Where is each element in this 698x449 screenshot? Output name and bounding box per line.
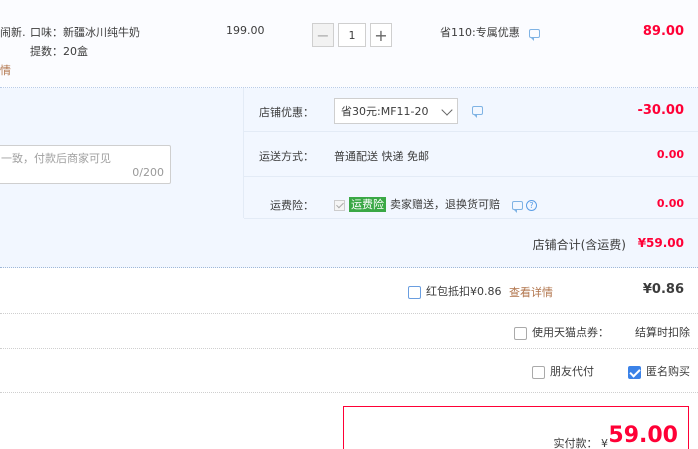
friend-pay-label: 朋友代付 — [550, 365, 594, 378]
item-attr-count: 提数：20盒 — [30, 45, 88, 58]
insurance-value: 运费险 卖家赠送，退换货可赔 ? — [334, 196, 537, 213]
redpacket-details-link[interactable]: 查看详情 — [509, 284, 553, 300]
buyer-message-area: 一致，付款后商家可见 0/200 — [0, 88, 244, 218]
redpacket-row: 红包抵扣¥0.86 查看详情 ¥0.86 — [0, 268, 698, 314]
item-name[interactable]: 闹新… — [0, 24, 26, 40]
points-checkbox[interactable] — [514, 326, 527, 340]
order-item-row: 闹新… 情 口味：新疆冰川纯牛奶 提数：20盒 199.00 − 1 + 省11… — [0, 0, 698, 88]
chat-icon[interactable] — [511, 200, 523, 213]
payment-total: 59.00 — [608, 423, 678, 448]
store-coupon-amount: -30.00 — [637, 103, 684, 118]
item-unit-price: 199.00 — [226, 24, 265, 37]
store-coupon-row: 店铺优惠： 省30元:MF11-20 -30.00 — [244, 88, 698, 132]
chat-icon[interactable] — [472, 106, 483, 118]
quantity-input[interactable]: 1 — [338, 23, 366, 47]
item-attr-flavor: 口味：新疆冰川纯牛奶 — [30, 26, 140, 39]
payment-label: 实付款： ¥ — [554, 435, 609, 449]
options-row: 朋友代付 匿名购买 — [0, 349, 698, 393]
redpacket-amount: ¥0.86 — [642, 282, 684, 297]
payment-currency: ¥ — [601, 437, 608, 449]
friend-pay-checkbox[interactable] — [532, 365, 545, 379]
message-placeholder: 一致，付款后商家可见 — [1, 152, 111, 165]
shipping-row: 运送方式： 普通配送 快递 免邮 0.00 — [244, 132, 698, 177]
chevron-down-icon — [441, 104, 453, 116]
quantity-stepper: − 1 + — [312, 23, 392, 47]
shipping-label: 运送方式： — [259, 150, 314, 163]
redpacket-label: 红包抵扣¥0.86 — [426, 285, 502, 298]
store-coupon-value: 省30元:MF11-20 — [341, 105, 429, 118]
quantity-minus-button[interactable]: − — [312, 23, 334, 47]
store-coupon-select[interactable]: 省30元:MF11-20 — [334, 98, 458, 124]
store-coupon-label: 店铺优惠： — [259, 106, 314, 119]
item-discount-text: 省110:专属优惠 — [440, 26, 520, 39]
insurance-row: 运费险： 运费险 卖家赠送，退换货可赔 ? 0.00 — [244, 177, 698, 219]
item-discount: 省110:专属优惠 — [440, 24, 541, 41]
insurance-amount: 0.00 — [656, 197, 684, 210]
item-subtotal: 89.00 — [642, 24, 684, 39]
store-total-label: 店铺合计(含运费) — [532, 238, 626, 252]
shipping-value: 普通配送 快递 免邮 — [334, 150, 429, 163]
help-icon[interactable]: ? — [526, 199, 537, 211]
friend-pay-option[interactable]: 朋友代付 — [532, 363, 594, 379]
anonymous-label: 匿名购买 — [646, 365, 690, 378]
payment-summary-box: 实付款： ¥ 59.00 — [343, 406, 689, 449]
redpacket-checkbox[interactable] — [408, 285, 421, 299]
anonymous-option[interactable]: 匿名购买 — [628, 363, 690, 379]
payment-label-text: 实付款： — [553, 437, 598, 449]
store-total-value: ¥59.00 — [637, 236, 684, 250]
chat-icon[interactable] — [529, 28, 541, 41]
quantity-plus-button[interactable]: + — [370, 23, 392, 47]
insurance-label: 运费险： — [270, 199, 314, 212]
redpacket-option[interactable]: 红包抵扣¥0.86 — [408, 283, 502, 299]
insurance-text: 卖家赠送，退换货可赔 — [390, 198, 500, 211]
anonymous-checkbox[interactable] — [628, 365, 641, 379]
points-note: 结算时扣除 — [635, 326, 690, 339]
points-row: 使用天猫点券： 结算时扣除 — [0, 314, 698, 349]
shipping-amount: 0.00 — [656, 148, 684, 161]
points-label: 使用天猫点券： — [532, 326, 609, 339]
insurance-checkbox[interactable] — [334, 199, 345, 211]
points-option[interactable]: 使用天猫点券： — [514, 324, 609, 340]
buyer-message-input[interactable]: 一致，付款后商家可见 0/200 — [0, 145, 171, 184]
store-summary: 一致，付款后商家可见 0/200 店铺优惠： 省30元:MF11-20 -30.… — [0, 88, 698, 268]
message-char-count: 0/200 — [132, 166, 164, 179]
insurance-tag: 运费险 — [349, 197, 386, 212]
item-detail-link[interactable]: 情 — [0, 62, 11, 78]
